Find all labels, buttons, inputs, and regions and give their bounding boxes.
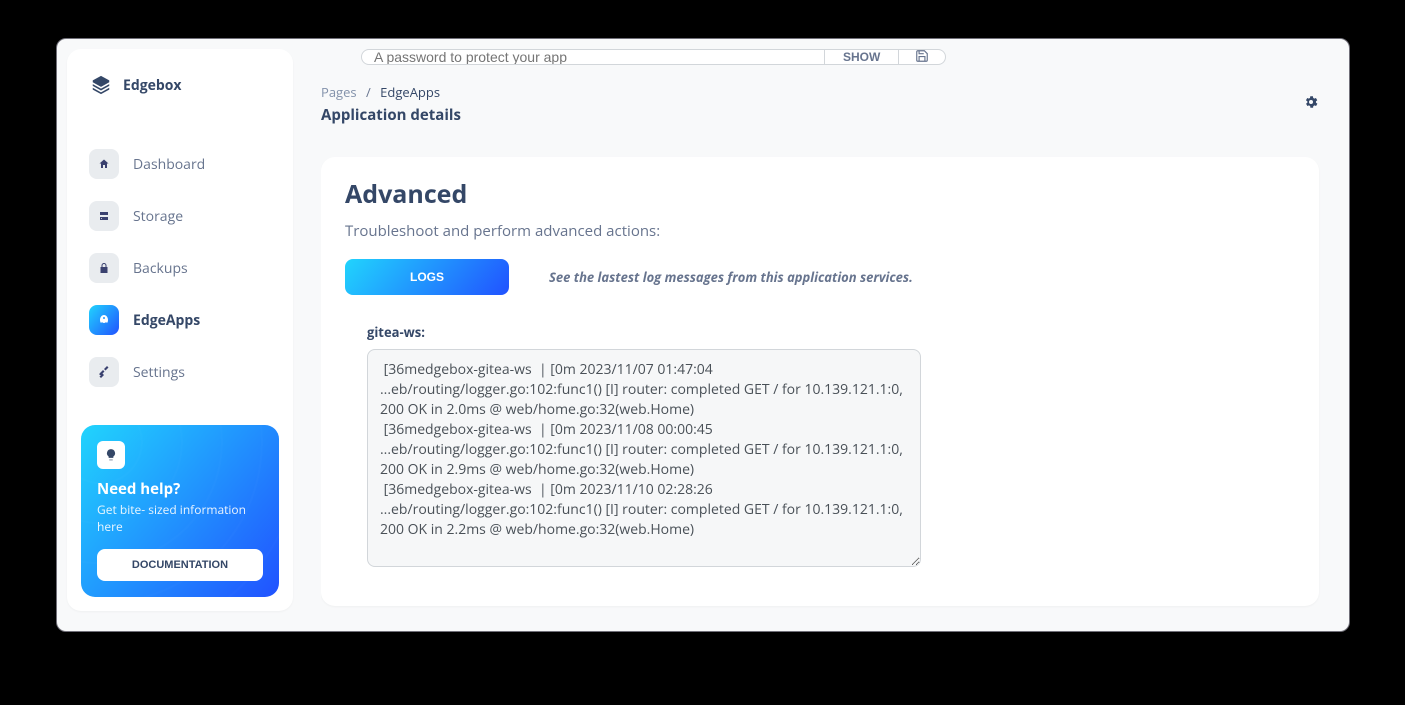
log-service-name: gitea-ws: [367, 323, 1273, 341]
logs-action-row: LOGS See the lastest log messages from t… [345, 259, 1295, 295]
save-icon [915, 49, 929, 66]
sidebar-item-storage[interactable]: Storage [81, 191, 279, 241]
sidebar-nav: Dashboard Storage Backups [81, 139, 279, 397]
breadcrumb: Pages / EdgeApps [321, 83, 461, 101]
server-icon [89, 201, 119, 231]
sidebar: Edgebox Dashboard Storage [67, 49, 293, 611]
sidebar-item-label: Dashboard [133, 155, 205, 174]
advanced-title: Advanced [345, 177, 1295, 211]
logs-description: See the lastest log messages from this a… [549, 268, 913, 286]
breadcrumb-wrap: Pages / EdgeApps Application details [321, 83, 461, 125]
sidebar-item-edgeapps[interactable]: EdgeApps [81, 295, 279, 345]
rocket-icon [89, 305, 119, 335]
lock-icon [89, 253, 119, 283]
password-input[interactable] [361, 49, 825, 65]
documentation-button[interactable]: DOCUMENTATION [97, 549, 263, 581]
help-title: Need help? [97, 479, 263, 499]
brand-name: Edgebox [123, 76, 182, 95]
sidebar-item-backups[interactable]: Backups [81, 243, 279, 293]
house-icon [89, 149, 119, 179]
logs-button[interactable]: LOGS [345, 259, 509, 295]
tools-icon [89, 357, 119, 387]
sidebar-item-label: Backups [133, 259, 188, 278]
header-bar: Pages / EdgeApps Application details [321, 71, 1339, 135]
breadcrumb-root[interactable]: Pages [321, 83, 357, 101]
sidebar-item-label: Storage [133, 207, 183, 226]
save-password-button[interactable] [899, 49, 946, 65]
sidebar-item-label: EdgeApps [133, 311, 200, 330]
sidebar-item-settings[interactable]: Settings [81, 347, 279, 397]
brand-logo-icon [89, 73, 113, 97]
sidebar-item-dashboard[interactable]: Dashboard [81, 139, 279, 189]
main-content: SHOW Pages / EdgeApps Application detail… [321, 49, 1339, 631]
show-password-button[interactable]: SHOW [825, 49, 899, 65]
help-subtitle: Get bite- sized information here [97, 501, 263, 535]
content: Advanced Troubleshoot and perform advanc… [321, 135, 1339, 631]
app-frame: Edgebox Dashboard Storage [56, 38, 1350, 632]
breadcrumb-current[interactable]: EdgeApps [380, 83, 440, 101]
log-textarea[interactable] [367, 349, 921, 567]
advanced-card: Advanced Troubleshoot and perform advanc… [321, 157, 1319, 606]
sidebar-item-label: Settings [133, 363, 185, 382]
log-block: gitea-ws: [345, 313, 1295, 572]
page-title: Application details [321, 105, 461, 125]
help-card: Need help? Get bite- sized information h… [81, 425, 279, 597]
password-row: SHOW [361, 49, 1339, 71]
brand: Edgebox [81, 73, 279, 115]
gear-icon[interactable] [1303, 93, 1319, 115]
advanced-subtitle: Troubleshoot and perform advanced action… [345, 221, 1295, 241]
lightbulb-icon [97, 441, 125, 469]
breadcrumb-sep: / [366, 83, 371, 101]
app-inner: Edgebox Dashboard Storage [67, 49, 1339, 631]
